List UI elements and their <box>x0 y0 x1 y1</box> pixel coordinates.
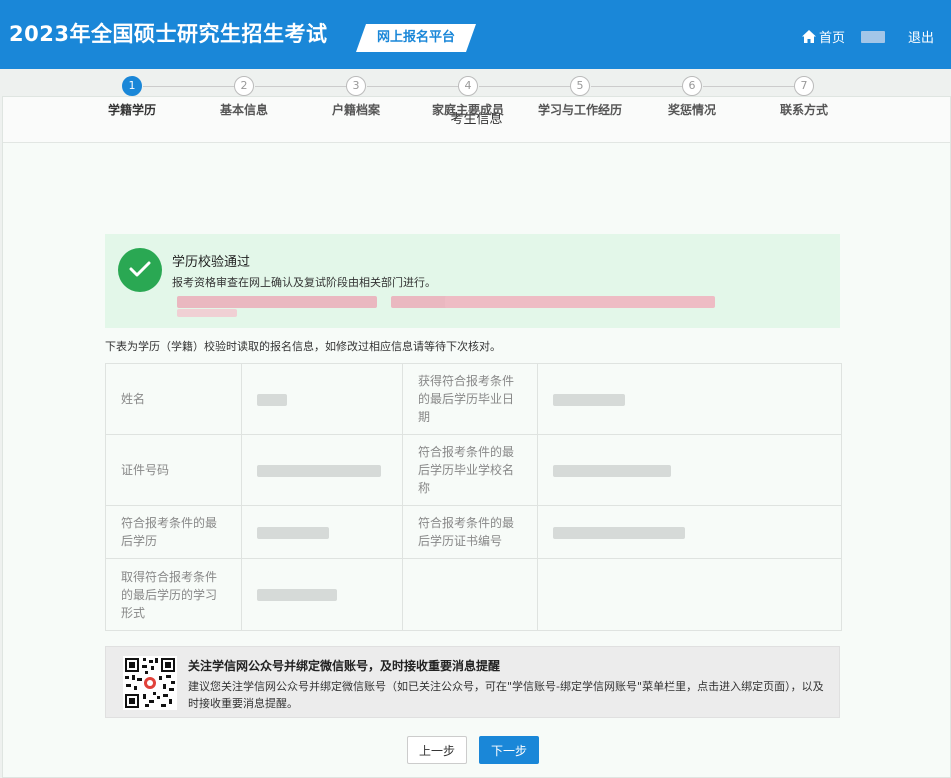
field-label-education-level: 符合报考条件的最后学历 <box>105 505 242 559</box>
success-title: 学历校验通过 <box>172 255 251 270</box>
step-label: 奖惩情况 <box>667 103 716 117</box>
qr-code-icon <box>123 656 177 710</box>
home-icon <box>802 30 816 43</box>
step-number: 4 <box>458 76 478 96</box>
field-value-graduation-date <box>537 363 842 435</box>
wechat-title: 关注学信网公众号并绑定微信账号，及时接收重要消息提醒 <box>188 659 501 673</box>
redacted-text <box>391 296 451 308</box>
user-name-blurred <box>861 31 885 43</box>
prev-step-button[interactable]: 上一步 <box>407 736 467 764</box>
verification-success-box: 学历校验通过 报考资格审查在网上确认及复试阶段由相关部门进行。 <box>105 234 840 328</box>
table-row: 证件号码 符合报考条件的最后学历毕业学校名称 <box>105 434 842 506</box>
progress-stepper: 1 学籍学历 2 基本信息 3 户籍档案 4 家庭主要成员 5 学习与工作经历 … <box>0 76 951 126</box>
redacted-text <box>177 309 237 317</box>
home-label: 首页 <box>819 31 846 46</box>
step-5[interactable]: 5 学习与工作经历 <box>520 76 640 118</box>
empty-cell <box>402 558 538 631</box>
field-value-name <box>241 363 403 435</box>
success-subtitle: 报考资格审查在网上确认及复试阶段由相关部门进行。 <box>172 276 436 289</box>
step-number: 6 <box>682 76 702 96</box>
redacted-text <box>177 296 377 308</box>
field-value-school-name <box>537 434 842 506</box>
step-1[interactable]: 1 学籍学历 <box>72 76 192 118</box>
wechat-notice-box: 关注学信网公众号并绑定微信账号，及时接收重要消息提醒 建议您关注学信网公众号并绑… <box>105 646 840 718</box>
info-table: 姓名 获得符合报考条件的最后学历毕业日期 证件号码 符合报考条件的最后学历毕业学… <box>105 363 842 631</box>
step-label: 学籍学历 <box>107 103 156 117</box>
empty-cell <box>537 558 842 631</box>
top-header: 2023年全国硕士研究生招生考试 网上报名平台 首页 退出 <box>0 0 951 69</box>
redacted-text <box>445 296 715 308</box>
wechat-description: 建议您关注学信网公众号并绑定微信账号（如已关注公众号，可在"学信账号-绑定学信网… <box>188 680 824 710</box>
field-value-id-number <box>241 434 403 506</box>
field-label-id-number: 证件号码 <box>105 434 242 506</box>
step-number: 5 <box>570 76 590 96</box>
step-label: 联系方式 <box>779 103 828 117</box>
field-label-certificate-number: 符合报考条件的最后学历证书编号 <box>402 505 538 559</box>
step-number: 2 <box>234 76 254 96</box>
step-3[interactable]: 3 户籍档案 <box>296 76 416 118</box>
step-number: 7 <box>794 76 814 96</box>
step-label: 家庭主要成员 <box>431 103 504 117</box>
field-value-certificate-number <box>537 505 842 559</box>
field-label-graduation-date: 获得符合报考条件的最后学历毕业日期 <box>402 363 538 435</box>
table-row: 取得符合报考条件的最后学历的学习形式 <box>105 558 842 631</box>
step-6[interactable]: 6 奖惩情况 <box>632 76 752 118</box>
field-value-education-level <box>241 505 403 559</box>
field-label-name: 姓名 <box>105 363 242 435</box>
step-number: 3 <box>346 76 366 96</box>
check-circle-icon <box>118 248 162 292</box>
step-2[interactable]: 2 基本信息 <box>184 76 304 118</box>
field-value-study-form <box>241 558 403 631</box>
table-row: 符合报考条件的最后学历 符合报考条件的最后学历证书编号 <box>105 505 842 559</box>
table-note: 下表为学历（学籍）校验时读取的报名信息，如修改过相应信息请等待下次核对。 <box>105 340 501 353</box>
step-label: 户籍档案 <box>331 103 380 117</box>
site-title: 2023年全国硕士研究生招生考试 <box>9 22 328 46</box>
home-link[interactable]: 首页 <box>802 27 845 46</box>
platform-badge: 网上报名平台 <box>356 24 476 52</box>
step-number: 1 <box>122 76 142 96</box>
step-4[interactable]: 4 家庭主要成员 <box>408 76 528 118</box>
step-label: 基本信息 <box>219 103 268 117</box>
table-row: 姓名 获得符合报考条件的最后学历毕业日期 <box>105 363 842 435</box>
next-step-button[interactable]: 下一步 <box>479 736 539 764</box>
logout-link[interactable]: 退出 <box>908 27 934 46</box>
field-label-school-name: 符合报考条件的最后学历毕业学校名称 <box>402 434 538 506</box>
step-label: 学习与工作经历 <box>537 103 622 117</box>
field-label-study-form: 取得符合报考条件的最后学历的学习形式 <box>105 558 242 631</box>
step-7[interactable]: 7 联系方式 <box>744 76 864 118</box>
